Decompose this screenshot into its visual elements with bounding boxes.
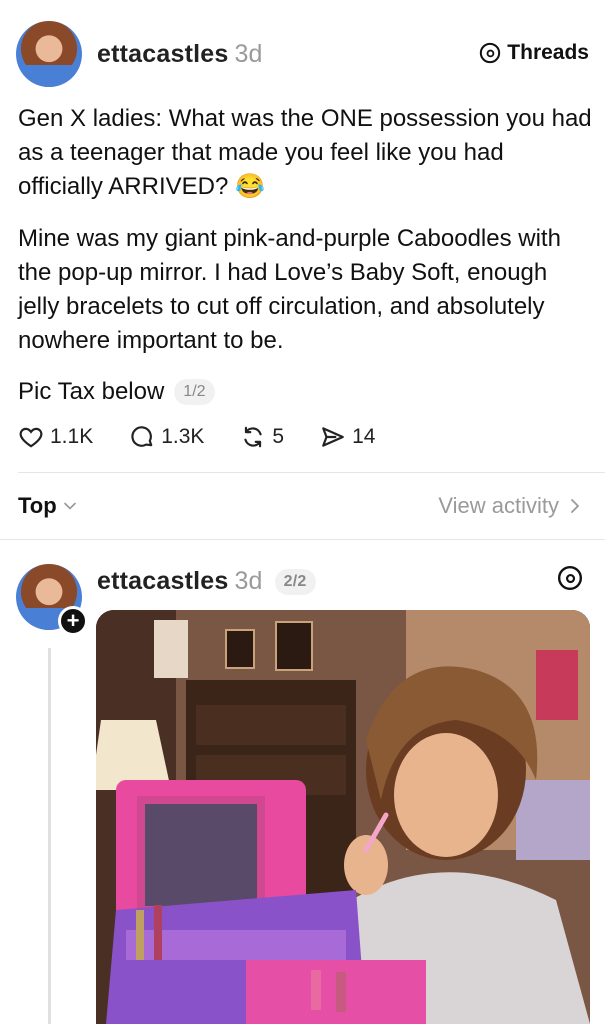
avatar[interactable] <box>16 21 82 87</box>
photo-illustration <box>96 610 590 1024</box>
sort-label: Top <box>18 493 57 518</box>
post-paragraph-1: Gen X ladies: What was the ONE possessio… <box>18 105 592 200</box>
send-icon <box>322 427 344 447</box>
follow-plus-button[interactable]: + <box>58 606 88 636</box>
threads-logo-icon <box>480 42 501 64</box>
heart-icon <box>19 427 43 448</box>
threads-logo-icon[interactable] <box>557 565 583 591</box>
reply-username[interactable]: ettacastles 3d 2/2 <box>97 567 316 596</box>
post-time: 3d <box>234 40 263 68</box>
like-count: 1.1K <box>50 425 94 448</box>
comment-button[interactable]: 1.3K <box>129 424 204 450</box>
comment-count: 1.3K <box>161 425 205 448</box>
chevron-right-icon <box>571 499 580 513</box>
sort-dropdown[interactable]: Top <box>18 493 77 519</box>
section-divider <box>0 539 605 540</box>
thread-connector <box>48 648 51 1024</box>
repost-button[interactable]: 5 <box>240 424 284 450</box>
reply-page-indicator: 2/2 <box>274 568 316 595</box>
repost-count: 5 <box>272 425 285 448</box>
share-count: 14 <box>352 425 376 448</box>
post-actions: 1.1K 1.3K 5 14 <box>18 424 411 450</box>
view-activity-link[interactable]: View activity <box>438 493 581 519</box>
share-button[interactable]: 14 <box>320 424 375 450</box>
post-photo[interactable] <box>96 610 590 1024</box>
repost-icon <box>244 426 263 448</box>
username-text[interactable]: ettacastles <box>97 40 228 68</box>
reply-time: 3d <box>234 567 263 595</box>
like-button[interactable]: 1.1K <box>18 424 93 450</box>
divider <box>18 472 605 473</box>
pic-tax-line: Pic Tax below 1/2 <box>18 378 215 406</box>
chevron-down-icon <box>63 502 76 510</box>
page-indicator: 1/2 <box>174 379 215 405</box>
comment-bubble-icon <box>131 426 153 447</box>
threads-brand-label: Threads <box>507 41 589 64</box>
reply-username-text[interactable]: ettacastles <box>97 567 228 596</box>
post-username[interactable]: ettacastles 3d <box>97 40 263 69</box>
view-activity-label: View activity <box>438 493 559 518</box>
post-paragraph-2: Mine was my giant pink-and-purple Cabood… <box>18 225 561 354</box>
pic-tax-text: Pic Tax below <box>18 378 165 405</box>
threads-brand[interactable]: Threads <box>479 41 589 65</box>
